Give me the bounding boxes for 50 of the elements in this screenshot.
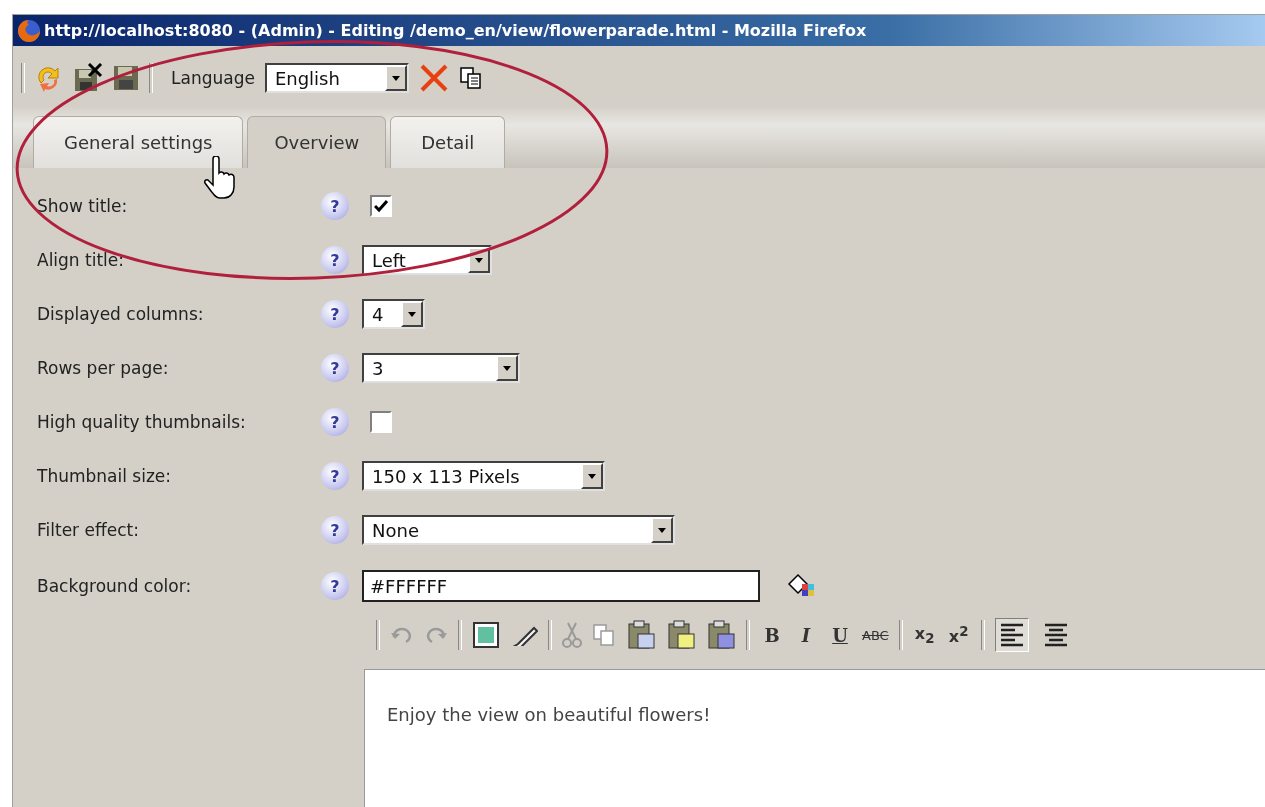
- paste-icon[interactable]: [626, 620, 656, 650]
- input-field[interactable]: #FFFFFF: [362, 570, 760, 602]
- checkbox[interactable]: [370, 411, 392, 433]
- subscript-button[interactable]: x$_{2}$: [912, 623, 937, 647]
- hand-cursor-icon: [203, 156, 237, 200]
- field-label: Align title:: [36, 250, 125, 270]
- field-label: Show title:: [36, 196, 129, 216]
- field-label: Thumbnail size:: [36, 466, 173, 486]
- underline-button[interactable]: U: [828, 624, 852, 646]
- align-left-icon: [998, 621, 1025, 649]
- field-label: Background color:: [36, 576, 193, 596]
- window-title: http://localhost:8080 - (Admin) - Editing /demo_en/view/flowerparade.html - Mozilla Firefox: [44, 21, 867, 40]
- paste-document-icon[interactable]: [706, 620, 736, 650]
- select-all-icon[interactable]: [472, 621, 500, 649]
- close-icon[interactable]: [418, 63, 449, 93]
- help-icon[interactable]: ?: [321, 516, 349, 544]
- editor-text: Enjoy the view on beautiful flowers!: [387, 704, 712, 725]
- tab[interactable]: Detail: [390, 116, 506, 168]
- help-icon[interactable]: ?: [321, 354, 349, 382]
- dropdown[interactable]: 4: [362, 299, 425, 329]
- language-label: Language: [171, 68, 255, 88]
- help-icon[interactable]: ?: [321, 572, 349, 600]
- align-button[interactable]: [994, 618, 1029, 652]
- check-icon: [374, 199, 388, 213]
- help-icon[interactable]: ?: [321, 300, 349, 328]
- checkbox[interactable]: [370, 195, 392, 217]
- field-label: High quality thumbnails:: [36, 412, 247, 432]
- tab[interactable]: Overview: [247, 116, 387, 168]
- dropdown[interactable]: 3: [362, 353, 520, 383]
- bold-button[interactable]: B: [760, 624, 784, 646]
- copy-icon[interactable]: [458, 66, 483, 90]
- superscript-button[interactable]: x$^{2}$: [946, 623, 971, 647]
- align-center-icon: [1042, 621, 1069, 649]
- tab[interactable]: General settings: [33, 116, 244, 168]
- editor-area[interactable]: Enjoy the view on beautiful flowers!: [364, 669, 1265, 807]
- dropdown[interactable]: English: [264, 63, 409, 93]
- dropdown[interactable]: Left: [362, 245, 492, 275]
- field-label: Rows per page:: [36, 358, 170, 378]
- field-label: Filter effect:: [36, 520, 140, 540]
- help-icon[interactable]: ?: [321, 192, 349, 220]
- dropdown[interactable]: None: [362, 515, 675, 545]
- delete-disk-icon[interactable]: [73, 63, 103, 93]
- help-icon[interactable]: ?: [321, 246, 349, 274]
- dropdown[interactable]: 150 x 113 Pixels: [362, 461, 605, 491]
- help-icon[interactable]: ?: [321, 408, 349, 436]
- field-label: Displayed columns:: [36, 304, 205, 324]
- strikethrough-button[interactable]: ABC: [862, 627, 889, 643]
- help-icon[interactable]: ?: [321, 462, 349, 490]
- italic-button[interactable]: I: [794, 624, 818, 646]
- paste-text-icon[interactable]: [666, 620, 696, 650]
